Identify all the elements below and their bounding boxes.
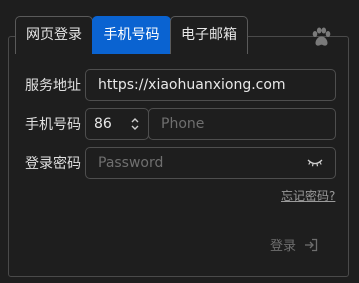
up-down-chevron-icon — [131, 118, 139, 130]
password-field — [85, 147, 336, 179]
server-label: 服务地址 — [25, 78, 81, 94]
server-input[interactable] — [86, 70, 335, 100]
tab-web-login[interactable]: 网页登录 — [15, 16, 93, 54]
eye-closed-icon[interactable] — [307, 158, 323, 168]
tab-email[interactable]: 电子邮箱 — [170, 16, 248, 54]
country-code-value: 86 — [94, 116, 112, 132]
login-window: 网页登录 手机号码 电子邮箱 服务地址 手机号码 86 登录密码 — [0, 0, 359, 283]
login-button-label: 登录 — [270, 239, 297, 254]
phone-input[interactable] — [149, 109, 335, 139]
login-tabs: 网页登录 手机号码 电子邮箱 — [15, 16, 248, 55]
paw-icon — [312, 27, 331, 46]
sign-in-arrow-icon — [305, 238, 318, 251]
phone-field — [148, 108, 336, 140]
login-button[interactable]: 登录 — [270, 235, 318, 254]
forgot-password-link[interactable]: 忘记密码? — [281, 187, 335, 204]
country-code-select[interactable]: 86 — [85, 108, 149, 140]
server-field — [85, 69, 336, 101]
password-label: 登录密码 — [25, 156, 81, 172]
password-input[interactable] — [86, 148, 335, 178]
phone-label: 手机号码 — [25, 117, 81, 133]
tab-phone[interactable]: 手机号码 — [92, 16, 171, 54]
